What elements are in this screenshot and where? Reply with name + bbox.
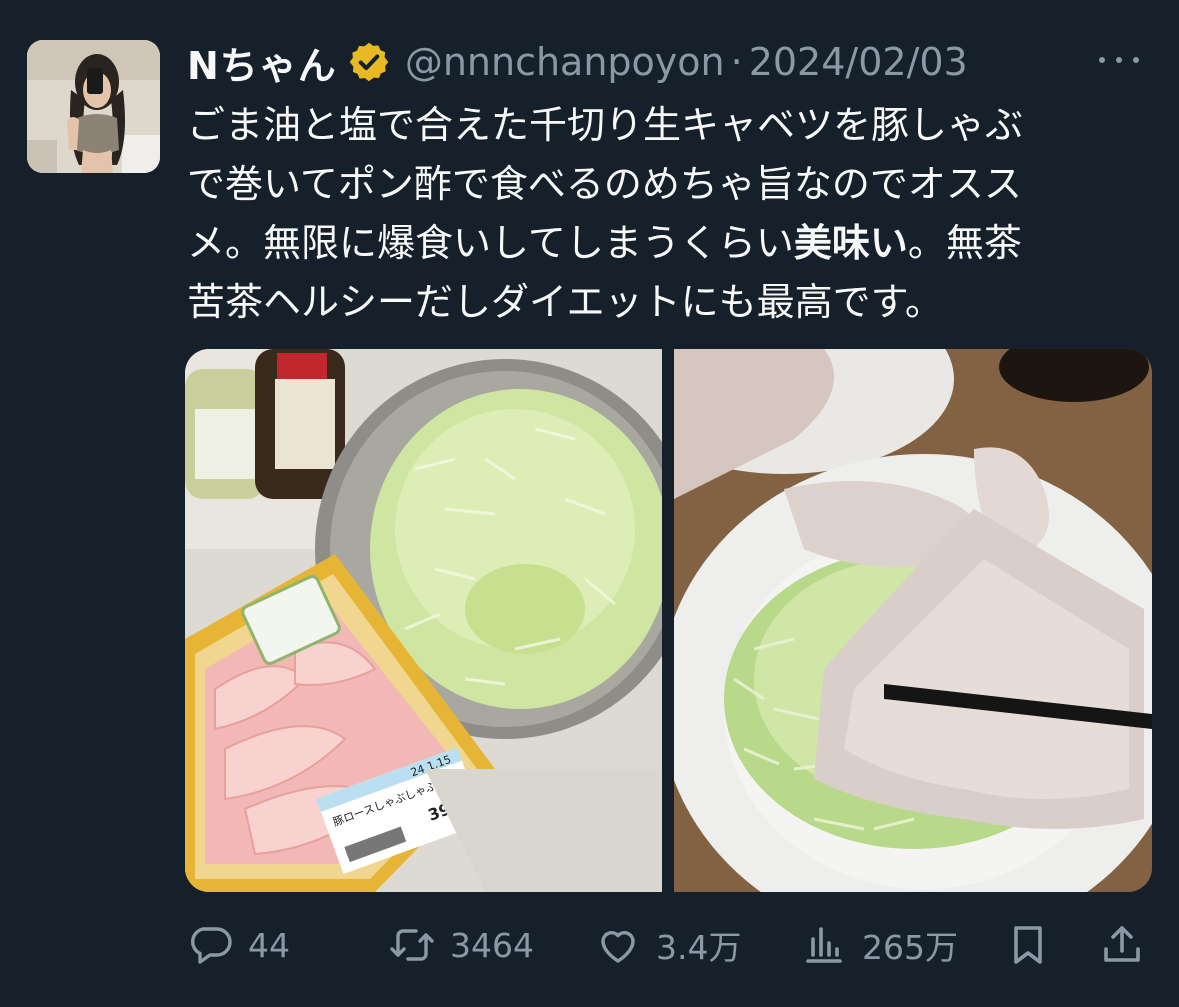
share-icon (1104, 926, 1140, 962)
tweet-card[interactable]: Nちゃん @nnnchanpoyon · 2024/02/03 ごま油と塩で合え… (0, 0, 1179, 1007)
heart-icon (601, 931, 635, 963)
user-handle[interactable]: @nnnchanpoyon (405, 40, 725, 84)
tweet-text-line-1: ごま油と塩で合えた千切り生キャベツを豚しゃぶ (187, 103, 1024, 147)
views-button[interactable]: 265万 (800, 915, 958, 975)
tweet-text-line-4: 苦茶ヘルシーだしダイエットにも最高です。 (187, 280, 943, 324)
views-count: 265万 (862, 928, 958, 967)
verified-badge-icon (349, 42, 389, 82)
tweet-media: 豚ロースしゃぶしゃぶ用 24.1.15 398 (185, 349, 1152, 892)
avatar[interactable] (27, 40, 160, 173)
reply-count: 44 (248, 925, 290, 965)
header-separator: · (730, 40, 743, 84)
retweet-button[interactable]: 3464 (388, 915, 534, 975)
tweet-text-bold: 美味い (793, 221, 908, 265)
retweet-count: 3464 (450, 925, 534, 965)
like-button[interactable]: 3.4万 (594, 915, 741, 975)
media-photo-left[interactable]: 豚ロースしゃぶしゃぶ用 24.1.15 398 (185, 349, 662, 892)
tweet-date[interactable]: 2024/02/03 (749, 40, 968, 84)
tweet-text-line-3-start: メ。無限に爆食いしてしまうくらい (187, 221, 794, 265)
media-photo-right[interactable] (674, 349, 1152, 892)
tweet-text: ごま油と塩で合えた千切り生キャベツを豚しゃぶ で巻いてポン酢で食べるのめちゃ旨な… (187, 96, 1147, 332)
bookmark-button[interactable] (1004, 915, 1052, 975)
tweet-text-line-2: で巻いてポン酢で食べるのめちゃ旨なのでオスス (187, 162, 1022, 206)
retweet-icon (390, 929, 434, 961)
tweet-header: Nちゃん @nnnchanpoyon · 2024/02/03 (187, 36, 968, 88)
reply-icon (191, 927, 232, 964)
bookmark-icon (1014, 926, 1042, 964)
share-button[interactable] (1098, 915, 1146, 975)
like-count: 3.4万 (656, 928, 742, 967)
reply-button[interactable]: 44 (186, 915, 290, 975)
tweet-text-line-3: メ。無限に爆食いしてしまうくらい美味い。無茶 (187, 214, 1147, 273)
tweet-action-bar: 44 3464 3.4万 265万 (0, 915, 1179, 975)
bar-chart-icon (806, 927, 842, 963)
tweet-text-line-3-end: 。無茶 (907, 221, 1022, 265)
more-options-icon[interactable] (1099, 50, 1139, 70)
display-name[interactable]: Nちゃん (187, 35, 337, 90)
